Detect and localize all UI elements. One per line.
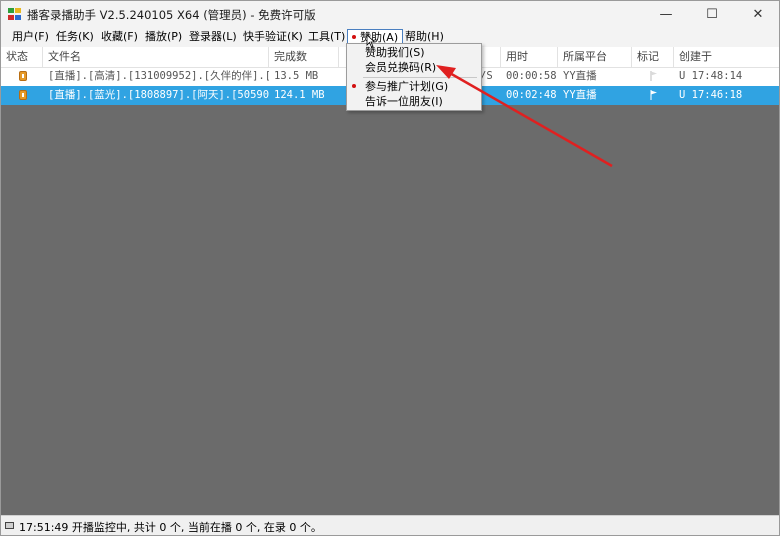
window-title: 播客录播助手 V2.5.240105 X64 (管理员) - 免费许可版 bbox=[27, 8, 316, 22]
column-platform[interactable]: 所属平台 bbox=[558, 47, 632, 67]
row-platform: YY直播 bbox=[563, 70, 597, 82]
app-logo-icon bbox=[8, 8, 22, 21]
mouse-cursor-icon bbox=[366, 34, 376, 48]
column-filename[interactable]: 文件名 bbox=[43, 47, 269, 67]
row-size: 124.1 MB bbox=[274, 89, 325, 101]
column-completed[interactable]: 完成数 bbox=[269, 47, 339, 67]
row-filename: [直播].[高清].[131009952].[久伴的伴].[... bbox=[48, 70, 269, 82]
maximize-icon: ☐ bbox=[706, 7, 718, 22]
menu-item-label: 参与推广计划(G) bbox=[365, 80, 449, 93]
maximize-button[interactable]: ☐ bbox=[689, 1, 735, 28]
menu-separator bbox=[363, 77, 477, 78]
new-dot-icon bbox=[352, 35, 356, 39]
preview-area bbox=[1, 105, 779, 515]
column-mark[interactable]: 标记 bbox=[632, 47, 674, 67]
menu-item-label: 会员兑换码(R) bbox=[365, 61, 437, 74]
menu-login[interactable]: 登录器(L) bbox=[185, 29, 241, 45]
menu-item-promotion-plan[interactable]: 参与推广计划(G) bbox=[347, 79, 481, 94]
row-filename: [直播].[蓝光].[1808897].[阿天].[505907... bbox=[48, 89, 269, 101]
minimize-icon: — bbox=[659, 7, 673, 22]
sponsor-dropdown-menu: 赞助我们(S) 会员兑换码(R) 参与推广计划(G) 告诉一位朋友(I) bbox=[346, 43, 482, 111]
row-platform: YY直播 bbox=[563, 89, 597, 101]
column-status[interactable]: 状态 bbox=[1, 47, 43, 67]
column-duration[interactable]: 用时 bbox=[501, 47, 558, 67]
close-button[interactable]: ✕ bbox=[735, 1, 779, 28]
close-icon: ✕ bbox=[752, 7, 764, 22]
menu-item-tell-friend[interactable]: 告诉一位朋友(I) bbox=[347, 94, 481, 109]
menu-play[interactable]: 播放(P) bbox=[141, 29, 186, 45]
menu-user[interactable]: 用户(F) bbox=[8, 29, 53, 45]
flag-icon[interactable] bbox=[649, 89, 659, 101]
row-created: U 17:46:18 bbox=[679, 89, 743, 101]
menu-item-redeem-code[interactable]: 会员兑换码(R) bbox=[347, 60, 481, 75]
menu-tools[interactable]: 工具(T) bbox=[304, 29, 349, 45]
menu-item-label: 告诉一位朋友(I) bbox=[365, 95, 443, 108]
row-size: 13.5 MB bbox=[274, 70, 319, 82]
row-duration: 00:02:48 bbox=[506, 89, 557, 101]
flag-icon[interactable] bbox=[649, 70, 659, 82]
minimize-button[interactable]: — bbox=[643, 1, 689, 28]
recording-status-icon bbox=[19, 90, 27, 100]
row-duration: 00:00:58 bbox=[506, 70, 557, 82]
title-bar: 播客录播助手 V2.5.240105 X64 (管理员) - 免费许可版 — ☐… bbox=[1, 1, 779, 28]
status-bar: 17:51:49 开播监控中, 共计 0 个, 当前在播 0 个, 在录 0 个… bbox=[1, 515, 779, 535]
menu-kuaishou-verify[interactable]: 快手验证(K) bbox=[239, 29, 307, 45]
menu-task[interactable]: 任务(K) bbox=[52, 29, 98, 45]
column-created[interactable]: 创建于 bbox=[674, 47, 779, 67]
row-created: U 17:48:14 bbox=[679, 70, 743, 82]
monitor-icon bbox=[5, 522, 14, 529]
status-text: 17:51:49 开播监控中, 共计 0 个, 当前在播 0 个, 在录 0 个… bbox=[19, 521, 322, 534]
recording-status-icon bbox=[19, 71, 27, 81]
new-dot-icon bbox=[352, 84, 356, 88]
menu-favorites[interactable]: 收藏(F) bbox=[97, 29, 142, 45]
